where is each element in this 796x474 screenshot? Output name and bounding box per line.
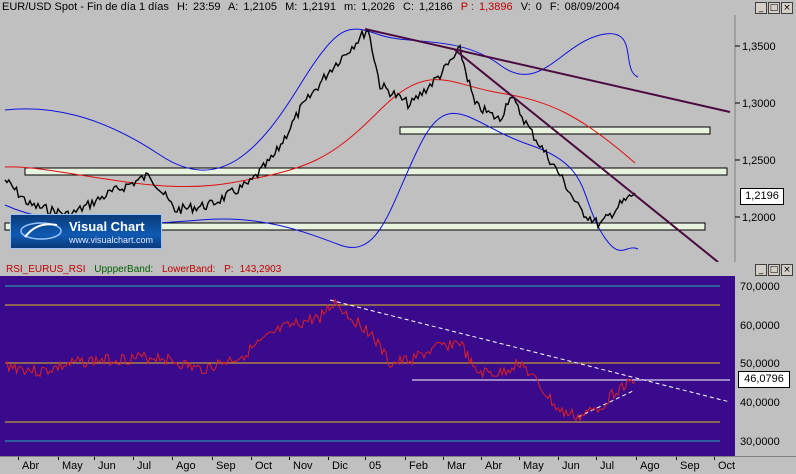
time-axis-tick: [676, 457, 677, 460]
logo-url: www.visualchart.com: [69, 235, 154, 245]
rsi-tick-label: 50,0000: [740, 358, 780, 370]
rsi-header: RSI_EURUS_RSI UppperBand: LowerBand: P: 1…: [6, 263, 287, 276]
time-axis-tick: [133, 457, 134, 460]
time-axis-tick: [58, 457, 59, 460]
time-axis-tick: [596, 457, 597, 460]
a-label: A:: [227, 1, 239, 13]
time-axis-label: Sep: [216, 460, 236, 472]
price-tick-label: 1,3000: [742, 98, 776, 110]
lower-band-label: LowerBand:: [161, 264, 216, 275]
time-axis-label: Feb: [409, 460, 428, 472]
rsi-chart[interactable]: 70,0000 60,0000 50,0000 40,0000 30,0000: [0, 262, 796, 456]
close-button[interactable]: ×: [781, 2, 793, 14]
chart-header: EUR/USD Spot - Fin de día 1 días H: 23:59…: [0, 0, 796, 15]
time-axis-label: Mar: [447, 460, 466, 472]
time-axis-tick: [212, 457, 213, 460]
price-window-buttons: _ □ ×: [755, 2, 793, 14]
p-value: 1,3896: [478, 1, 513, 13]
minimize-button[interactable]: _: [755, 2, 767, 14]
time-axis: Abr May Jun Jul Ago Sep Oct Nov Dic 05 Feb Mar Abr Ma…: [0, 456, 796, 474]
rsi-p-value: 143,2903: [239, 264, 282, 275]
time-axis-label: Ago: [640, 460, 660, 472]
maximize-button[interactable]: □: [768, 2, 780, 14]
time-axis-tick: [714, 457, 715, 460]
price-tick-label: 1,2500: [742, 155, 776, 167]
visual-chart-logo: Visual Chart www.visualchart.com: [10, 214, 162, 249]
rsi-tick-label: 70,0000: [740, 281, 780, 293]
v-value: 0: [535, 1, 542, 13]
h-label: H:: [176, 1, 188, 13]
time-axis-tick: [18, 457, 19, 460]
time-axis-tick: [172, 457, 173, 460]
time-axis-tick: [405, 457, 406, 460]
time-axis-label: Nov: [293, 460, 313, 472]
f-label: F:: [549, 1, 560, 13]
symbol-label: EUR/USD Spot - Fin de día 1 días: [2, 1, 169, 13]
m2-value: 1,2026: [361, 1, 395, 13]
rsi-tick-label: 40,0000: [740, 397, 780, 409]
time-axis-label: Dic: [332, 460, 348, 472]
rsi-title: RSI_EURUS_RSI: [6, 264, 86, 275]
h-value: 23:59: [192, 1, 221, 13]
f-value: 08/09/2004: [564, 1, 620, 13]
a-value: 1,2105: [243, 1, 278, 13]
m-label: M:: [285, 1, 298, 13]
time-axis-label: May: [523, 460, 544, 472]
time-axis-label: Ago: [176, 460, 196, 472]
p-label: P :: [460, 1, 474, 13]
rsi-tick-label: 60,0000: [740, 320, 780, 332]
time-axis-label: Jun: [562, 460, 580, 472]
price-tick-label: 1,3500: [742, 41, 776, 53]
m-value: 1,2191: [302, 1, 336, 13]
c-label: C:: [403, 1, 414, 13]
price-tick-label: 1,2000: [742, 212, 776, 224]
visual-chart-logo-icon: [20, 222, 62, 240]
rsi-maximize-button[interactable]: □: [768, 264, 780, 276]
time-axis-label: May: [62, 460, 83, 472]
rsi-close-button[interactable]: ×: [781, 264, 793, 276]
c-value: 1,2186: [419, 1, 453, 13]
resistance-zone-middle[interactable]: [24, 167, 728, 176]
time-axis-label: Sep: [680, 460, 700, 472]
logo-name: Visual Chart: [69, 219, 145, 234]
time-axis-tick: [443, 457, 444, 460]
time-axis-label: Jul: [137, 460, 152, 472]
time-axis-label: Oct: [718, 460, 736, 472]
time-axis-label: Abr: [485, 460, 503, 472]
rsi-minimize-button[interactable]: _: [755, 264, 767, 276]
time-axis-label: Oct: [255, 460, 273, 472]
m2-label: m:: [344, 1, 357, 13]
rsi-tick-label: 30,0000: [740, 436, 780, 448]
time-axis-label: Abr: [22, 460, 40, 472]
v-label: V:: [520, 1, 531, 13]
time-axis-tick: [519, 457, 520, 460]
time-axis-tick: [289, 457, 290, 460]
time-axis-tick: [558, 457, 559, 460]
time-axis-label: 05: [369, 460, 382, 472]
time-axis-label: Jun: [98, 460, 116, 472]
rsi-window-buttons: _ □ ×: [755, 264, 793, 276]
time-axis-tick: [94, 457, 95, 460]
current-rsi-marker: 46,0796: [738, 371, 790, 388]
current-price-marker: 1,2196: [740, 188, 784, 205]
time-axis-tick: [328, 457, 329, 460]
rsi-plot-bg: [0, 276, 735, 456]
rsi-p-label: P:: [224, 264, 234, 275]
time-axis-tick: [481, 457, 482, 460]
upper-band-label: UppperBand:: [94, 264, 154, 275]
time-axis-tick: [636, 457, 637, 460]
time-axis-tick: [365, 457, 366, 460]
time-axis-tick: [251, 457, 252, 460]
time-axis-label: Jul: [600, 460, 615, 472]
